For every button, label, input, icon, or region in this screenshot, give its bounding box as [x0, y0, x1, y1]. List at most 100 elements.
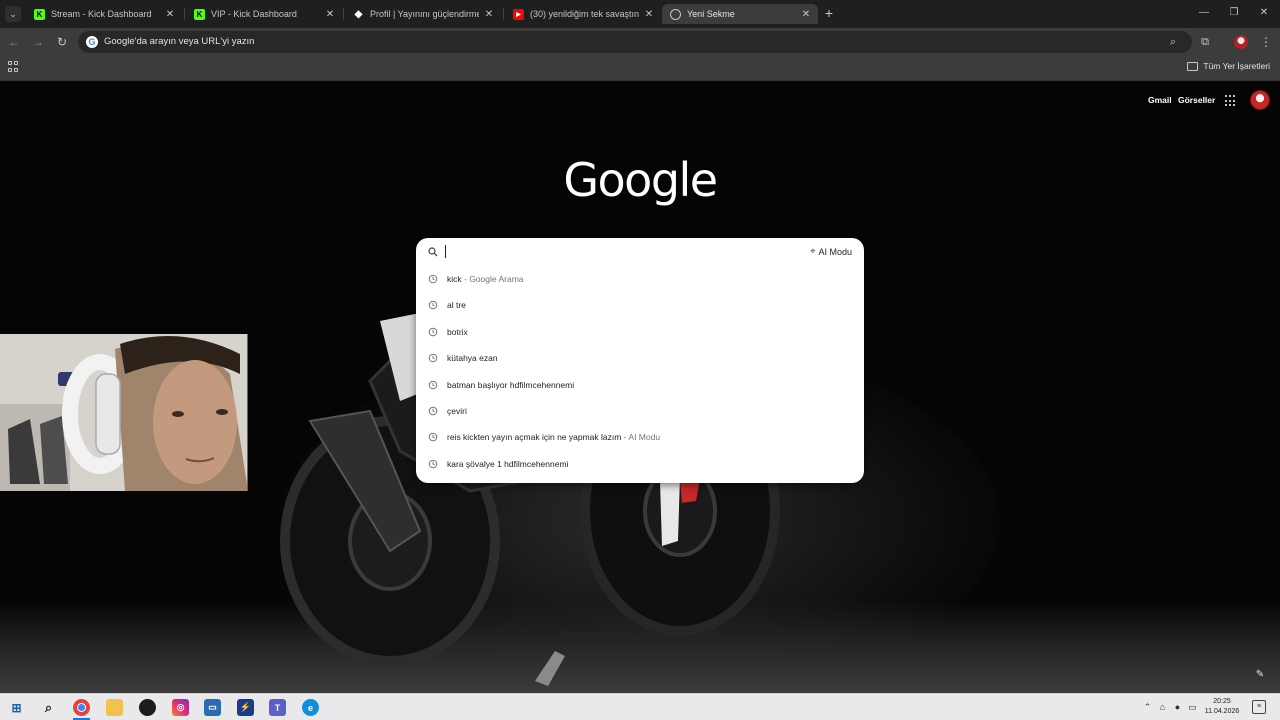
tab-title: Stream - Kick Dashboard: [51, 9, 152, 19]
address-bar-placeholder: Google'da arayın veya URL'yi yazın: [104, 36, 255, 47]
ai-mode-button[interactable]: ⌖ AI Modu: [810, 246, 852, 257]
close-icon[interactable]: ✕: [643, 9, 655, 20]
tab-vip-kick[interactable]: K VIP - Kick Dashboard ✕: [186, 4, 342, 24]
tray-network-icon[interactable]: ⌂: [1157, 702, 1168, 713]
tab-youtube[interactable]: ▶ (30) yenildiğim tek savaştın - YouTube…: [505, 4, 661, 24]
tab-title: (30) yenildiğim tek savaştın - YouTube: [530, 9, 639, 19]
tab-divider: [343, 8, 344, 20]
windows-start-icon[interactable]: ⊞: [8, 699, 25, 716]
zoom-icon[interactable]: ⌕: [1166, 35, 1180, 49]
address-bar[interactable]: G Google'da arayın veya URL'yi yazın ⌕: [78, 31, 1192, 53]
suggestion-item[interactable]: çeviri: [416, 398, 864, 424]
google-apps-icon[interactable]: [1225, 95, 1237, 107]
bookmarks-bar: Tüm Yer İşaretleri: [0, 56, 1280, 81]
window-close-icon[interactable]: ✕: [1257, 6, 1271, 20]
instagram-icon[interactable]: ◎: [172, 699, 189, 716]
google-g-icon: G: [86, 36, 98, 48]
suggestion-item[interactable]: kütahya ezan: [416, 345, 864, 371]
browser-toolbar: ← → ↻ G Google'da arayın veya URL'yi yaz…: [0, 28, 1280, 56]
teams-icon[interactable]: T: [269, 699, 286, 716]
suggestion-item[interactable]: reis kickten yayın açmak için ne yapmak …: [416, 424, 864, 450]
history-icon: [428, 301, 438, 310]
tab-strip: ⌄ K Stream - Kick Dashboard ✕ K VIP - Ki…: [0, 0, 1280, 28]
file-explorer-icon[interactable]: [106, 699, 123, 716]
history-icon: [428, 327, 438, 337]
account-avatar[interactable]: [1250, 90, 1270, 110]
suggestion-text: kick: [447, 274, 462, 284]
kick-icon: K: [34, 8, 45, 20]
tab-title: Profil | Yayınını güçlendirmek için: [370, 9, 479, 19]
search-input[interactable]: [444, 242, 784, 262]
history-icon: [428, 406, 438, 416]
webcam-feed-image: [0, 334, 247, 491]
profile-avatar[interactable]: [1234, 35, 1248, 49]
obs-icon[interactable]: [139, 699, 156, 716]
app-lightning-icon[interactable]: ⚡: [237, 699, 254, 716]
tab-divider: [184, 8, 185, 20]
suggestion-text: kara şövalye 1 hdfilmcehennemi: [447, 458, 569, 469]
suggestion-list: kick - Google Arama al tre botrix kütahy…: [416, 266, 864, 477]
images-link[interactable]: Görseller: [1178, 95, 1215, 105]
search-icon: [428, 247, 438, 257]
suggestion-item[interactable]: batman başlıyor hdfilmcehennemi: [416, 372, 864, 398]
suggestion-text: batman başlıyor hdfilmcehennemi: [447, 379, 575, 390]
minimize-icon[interactable]: —: [1197, 6, 1211, 20]
reload-icon[interactable]: ↻: [55, 35, 69, 49]
clock-time: 20:25: [1213, 698, 1231, 705]
suggestion-text: reis kickten yayın açmak için ne yapmak …: [447, 432, 622, 443]
back-icon[interactable]: ←: [7, 35, 21, 49]
menu-kebab-icon[interactable]: ⋮: [1260, 34, 1272, 50]
ai-mode-label: AI Modu: [818, 246, 852, 257]
webcam-overlay: [0, 334, 248, 491]
suggestion-item[interactable]: al tre: [416, 292, 864, 318]
gmail-link[interactable]: Gmail: [1148, 95, 1172, 105]
restore-icon[interactable]: ❐: [1227, 6, 1241, 20]
search-dropdown: ⌖ AI Modu kick - Google Arama al tre bot…: [416, 238, 864, 483]
history-icon: [428, 274, 438, 284]
youtube-icon: ▶: [513, 8, 524, 20]
history-icon: [428, 433, 438, 442]
suggestion-text: botrix: [447, 326, 468, 337]
suggestion-text: al tre: [447, 300, 466, 311]
all-bookmarks-button[interactable]: Tüm Yer İşaretleri: [1187, 61, 1270, 71]
customize-pencil-icon[interactable]: ✎: [1254, 669, 1266, 681]
tray-mic-icon[interactable]: ●: [1172, 702, 1183, 713]
suggestion-text: çeviri: [447, 405, 467, 416]
history-icon: [428, 459, 438, 469]
apps-grid-icon[interactable]: [8, 61, 20, 73]
close-icon[interactable]: ✕: [800, 9, 812, 20]
search-icon[interactable]: ⌕: [40, 699, 57, 716]
text-caret: [445, 245, 446, 258]
tab-stream-kick[interactable]: K Stream - Kick Dashboard ✕: [26, 4, 182, 24]
suggestion-suffix: - AI Modu: [621, 432, 661, 443]
edge-icon[interactable]: e: [302, 699, 319, 716]
close-icon[interactable]: ✕: [324, 9, 336, 20]
tab-new-tab[interactable]: Yeni Sekme ✕: [662, 4, 818, 24]
suggestion-item[interactable]: kara şövalye 1 hdfilmcehennemi: [416, 451, 864, 477]
tray-monitor-icon[interactable]: ▭: [1187, 702, 1198, 713]
all-bookmarks-label: Tüm Yer İşaretleri: [1203, 61, 1270, 71]
tab-search-dropdown-icon[interactable]: ⌄: [5, 6, 21, 22]
chrome-icon[interactable]: [73, 699, 90, 716]
extensions-icon[interactable]: ⧉: [1198, 35, 1212, 49]
tray-chevron-icon[interactable]: ⌃: [1142, 702, 1153, 713]
tab-profil[interactable]: ◆ Profil | Yayınını güçlendirmek için ✕: [345, 4, 501, 24]
tab-divider: [503, 8, 504, 20]
suggestion-item[interactable]: botrix: [416, 319, 864, 345]
kick-icon: K: [194, 8, 205, 20]
close-icon[interactable]: ✕: [164, 9, 176, 20]
history-icon: [428, 353, 438, 363]
close-icon[interactable]: ✕: [483, 9, 495, 20]
clock-date: 11.04.2026: [1204, 708, 1240, 715]
notification-icon[interactable]: ≡: [1252, 700, 1266, 714]
folder-icon: [1187, 61, 1199, 71]
google-logo: Google: [563, 153, 718, 207]
new-tab-button[interactable]: +: [822, 6, 836, 20]
taskbar-clock[interactable]: 20:25 11.04.2026: [1200, 697, 1244, 717]
windows-taskbar: ⊞ ⌕ ◎ ▭ ⚡ T e ⌃ ⌂ ● ▭ 20:25 11.04.2026 ≡: [0, 693, 1280, 720]
ai-sparkle-icon: ⌖: [810, 246, 816, 256]
app-window-icon[interactable]: ▭: [204, 699, 221, 716]
suggestion-item[interactable]: kick - Google Arama: [416, 266, 864, 292]
forward-icon[interactable]: →: [31, 35, 45, 49]
tab-title: VIP - Kick Dashboard: [211, 9, 297, 19]
